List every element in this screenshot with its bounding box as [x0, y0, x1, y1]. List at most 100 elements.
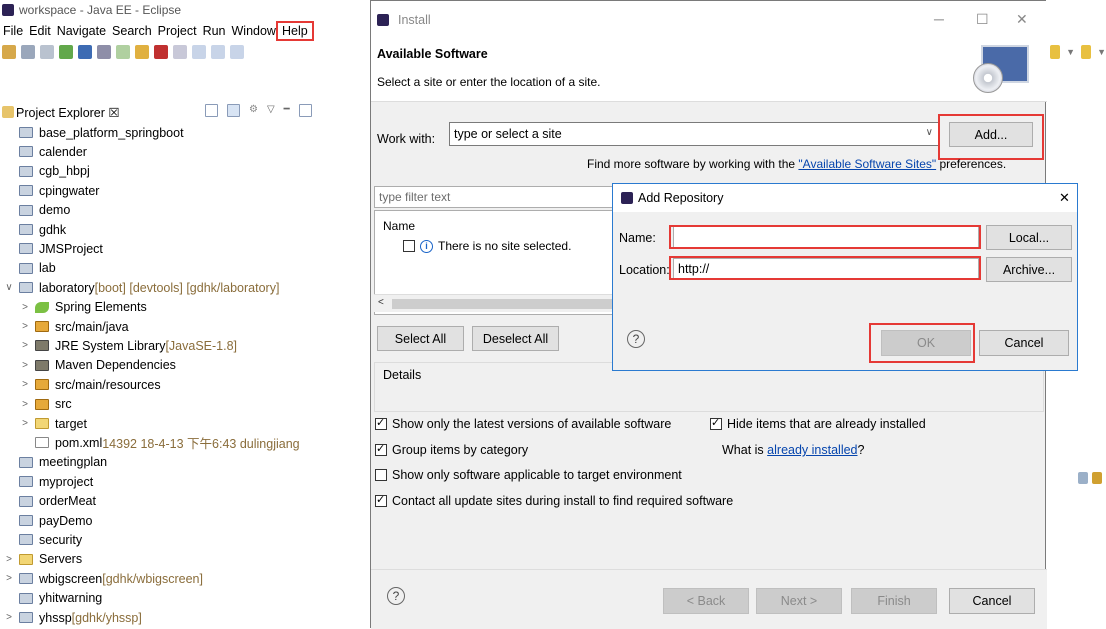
chevron-down-icon[interactable]: ∨: [926, 127, 933, 138]
tree-item[interactable]: > target: [20, 414, 87, 433]
minimize-icon[interactable]: ━: [284, 104, 290, 117]
tree-item[interactable]: base_platform_springboot: [4, 123, 184, 142]
tree-item[interactable]: meetingplan: [4, 453, 107, 472]
opt-target-row[interactable]: Show only software applicable to target …: [375, 468, 682, 482]
opt-group-row[interactable]: Group items by category: [375, 442, 528, 457]
tree-twistie-icon[interactable]: >: [4, 554, 14, 565]
hide-fields-icon[interactable]: [1092, 472, 1102, 484]
minimize-window-icon[interactable]: ─: [934, 11, 944, 27]
save-icon[interactable]: [21, 45, 35, 59]
menu-run[interactable]: Run: [200, 24, 229, 38]
close-window-icon[interactable]: ✕: [1016, 11, 1028, 28]
local-button[interactable]: Local...: [986, 225, 1072, 250]
tree-item[interactable]: payDemo: [4, 511, 93, 530]
hide-installed-checkbox[interactable]: [710, 416, 722, 430]
tree-item[interactable]: > src: [20, 395, 72, 414]
contact-sites-checkbox[interactable]: [375, 493, 387, 507]
chevron-down-icon[interactable]: ▼: [1097, 47, 1106, 57]
tree-item[interactable]: > yhssp [gdhk/yhssp]: [4, 608, 142, 627]
site-combo[interactable]: type or select a site ∨: [449, 122, 939, 146]
tree-twistie-icon[interactable]: >: [20, 321, 30, 332]
tree-item[interactable]: > src/main/resources: [20, 375, 161, 394]
tree-item[interactable]: gdhk: [4, 220, 66, 239]
maximize-icon[interactable]: [298, 104, 312, 117]
step-into-icon[interactable]: [192, 45, 206, 59]
help-icon[interactable]: ?: [627, 330, 645, 348]
tree-twistie-icon[interactable]: >: [4, 612, 14, 623]
tree-item[interactable]: security: [4, 530, 82, 549]
menu-search[interactable]: Search: [109, 24, 155, 38]
scroll-thumb[interactable]: [392, 299, 612, 309]
sort-icon[interactable]: [1078, 472, 1088, 484]
menu-help[interactable]: Help: [275, 21, 314, 41]
tree-item[interactable]: ∨ laboratory [boot] [devtools] [gdhk/labo…: [4, 278, 279, 297]
tree-item[interactable]: pom.xml 14392 18-4-13 下午6:43 dulingjiang: [20, 433, 300, 452]
forward-nav-icon[interactable]: [1081, 45, 1092, 59]
add-repo-cancel-button[interactable]: Cancel: [979, 330, 1069, 356]
close-icon[interactable]: ✕: [1059, 190, 1070, 206]
archive-button[interactable]: Archive...: [986, 257, 1072, 282]
opt-hide-row[interactable]: Hide items that are already installed: [710, 416, 926, 431]
skip-breakpoints-icon[interactable]: [97, 45, 111, 59]
tree-item[interactable]: > wbigscreen [gdhk/wbigscreen]: [4, 569, 203, 588]
target-env-checkbox[interactable]: [375, 469, 387, 481]
menu-window[interactable]: Window: [229, 24, 279, 38]
project-explorer-tab[interactable]: Project Explorer ☒ ⚙ ▽ ━: [0, 101, 370, 123]
step-return-icon[interactable]: [230, 45, 244, 59]
tree-item[interactable]: calender: [4, 142, 87, 161]
tree-item[interactable]: cpingwater: [4, 181, 99, 200]
console-icon[interactable]: [78, 45, 92, 59]
next-button[interactable]: Next >: [756, 588, 842, 614]
tree-item[interactable]: JMSProject: [4, 239, 103, 258]
install-cancel-button[interactable]: Cancel: [949, 588, 1035, 614]
tree-item[interactable]: orderMeat: [4, 492, 96, 511]
tree-twistie-icon[interactable]: >: [20, 302, 30, 313]
tree-item[interactable]: > Servers: [4, 550, 82, 569]
opt-contact-row[interactable]: Contact all update sites during install …: [375, 493, 733, 508]
view-menu-icon[interactable]: ▽: [267, 104, 275, 117]
menu-edit[interactable]: Edit: [26, 24, 54, 38]
menu-project[interactable]: Project: [155, 24, 200, 38]
back-nav-icon[interactable]: [1050, 45, 1061, 59]
suspend-icon[interactable]: [135, 45, 149, 59]
terminate-icon[interactable]: [154, 45, 168, 59]
select-all-button[interactable]: Select All: [377, 326, 464, 351]
new-icon[interactable]: [2, 45, 16, 59]
tree-item[interactable]: yhitwarning: [4, 589, 102, 608]
menu-navigate[interactable]: Navigate: [54, 24, 109, 38]
tree-item[interactable]: > src/main/java: [20, 317, 129, 336]
tree-twistie-icon[interactable]: >: [4, 573, 14, 584]
filter-input[interactable]: type filter text: [374, 186, 614, 208]
deselect-all-button[interactable]: Deselect All: [472, 326, 559, 351]
tree-item[interactable]: cgb_hbpj: [4, 162, 90, 181]
wizard-icon[interactable]: [59, 45, 73, 59]
tree-item[interactable]: > JRE System Library [JavaSE-1.8]: [20, 336, 237, 355]
latest-versions-checkbox[interactable]: [375, 416, 387, 430]
back-button[interactable]: < Back: [663, 588, 749, 614]
save-all-icon[interactable]: [40, 45, 54, 59]
tree-item[interactable]: lab: [4, 259, 56, 278]
tree-twistie-icon[interactable]: >: [20, 418, 30, 429]
already-installed-link[interactable]: already installed: [767, 443, 857, 457]
scroll-left-icon[interactable]: <: [378, 297, 384, 308]
menu-file[interactable]: File: [0, 24, 26, 38]
maximize-window-icon[interactable]: ☐: [976, 11, 989, 28]
link-editor-icon[interactable]: [227, 104, 240, 117]
group-category-checkbox[interactable]: [375, 442, 387, 456]
chevron-down-icon[interactable]: ▼: [1066, 47, 1075, 57]
tree-item[interactable]: demo: [4, 201, 70, 220]
tree-twistie-icon[interactable]: >: [20, 379, 30, 390]
tree-twistie-icon[interactable]: >: [20, 340, 30, 351]
filter-icon[interactable]: ⚙: [249, 104, 258, 117]
collapse-all-icon[interactable]: [205, 104, 218, 117]
horizontal-scrollbar[interactable]: <: [374, 294, 614, 312]
opt-latest-row[interactable]: Show only the latest versions of availab…: [375, 416, 671, 431]
available-software-sites-link[interactable]: "Available Software Sites": [798, 157, 936, 171]
tree-item[interactable]: > Maven Dependencies: [20, 356, 176, 375]
help-icon[interactable]: ?: [387, 587, 405, 605]
tree-item[interactable]: > Spring Elements: [20, 298, 147, 317]
disconnect-icon[interactable]: [173, 45, 187, 59]
step-over-icon[interactable]: [211, 45, 225, 59]
tree-twistie-icon[interactable]: >: [20, 360, 30, 371]
tree-twistie-icon[interactable]: ∨: [4, 282, 14, 293]
